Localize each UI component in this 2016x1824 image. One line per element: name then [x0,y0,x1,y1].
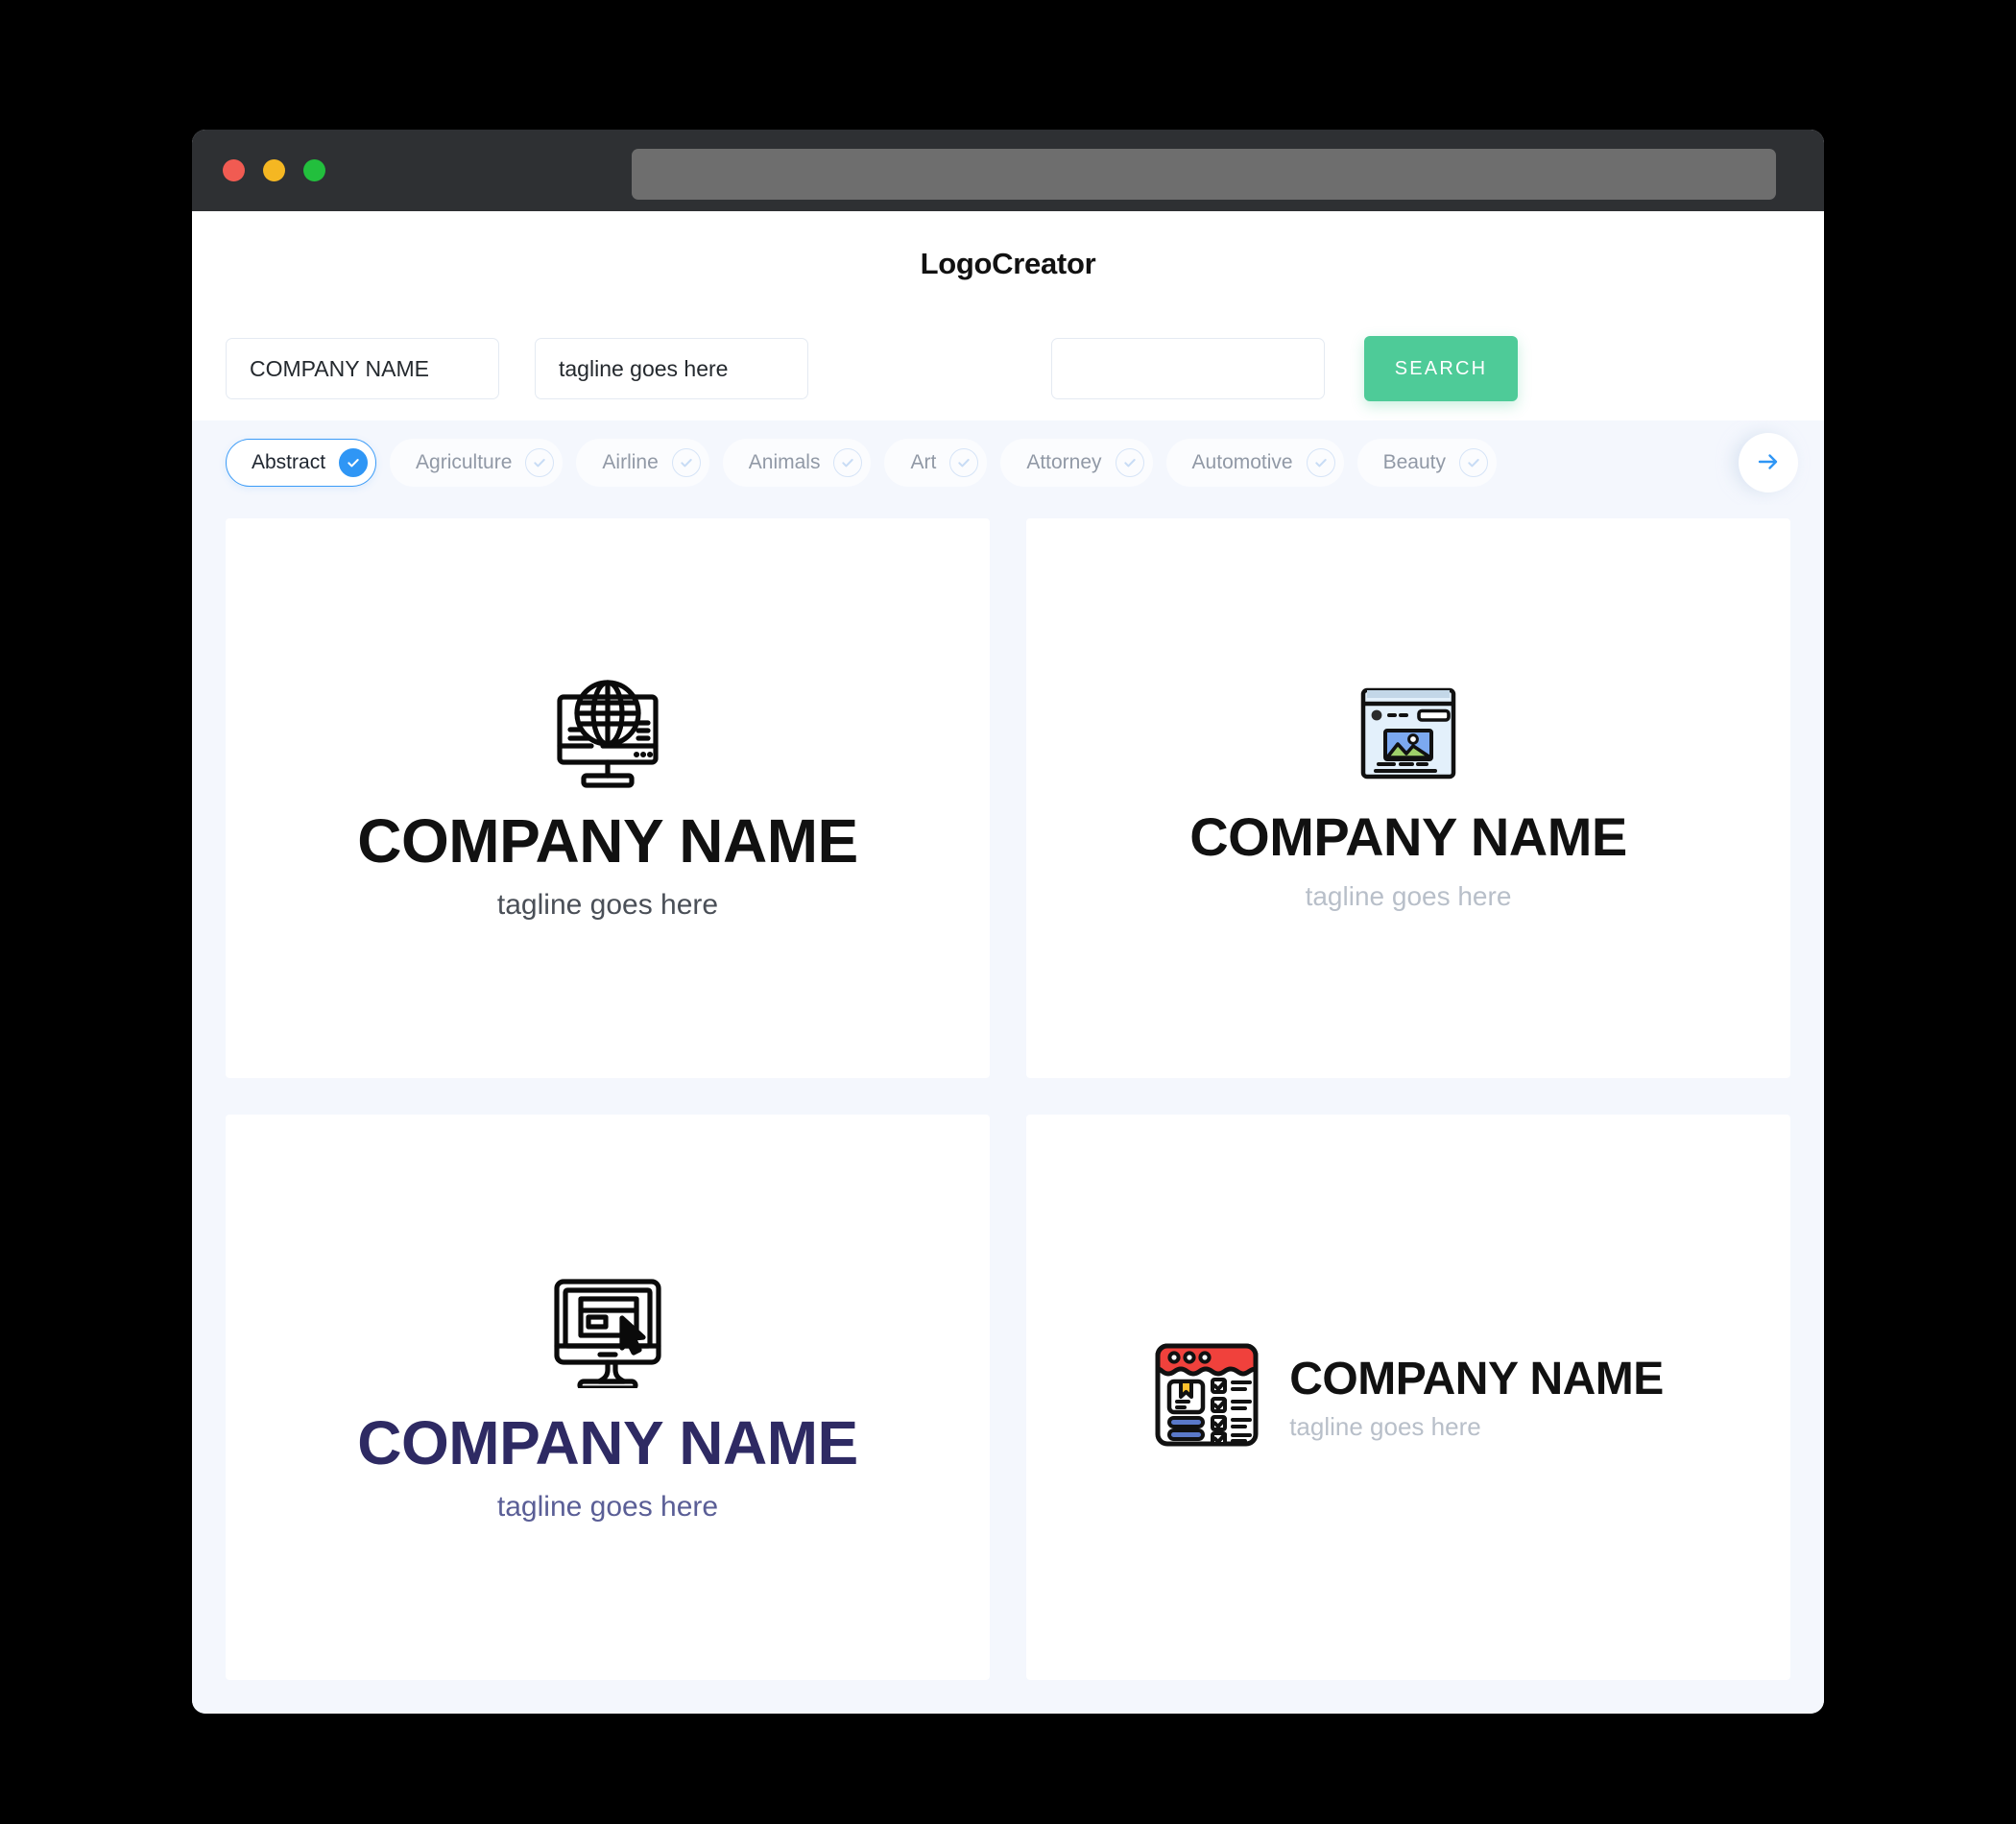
category-chip-automotive[interactable]: Automotive [1165,439,1344,487]
monitor-cursor-icon [549,1273,666,1393]
logo-tagline: tagline goes here [1289,1411,1481,1441]
browser-image-icon [1359,686,1457,785]
company-name-input[interactable]: COMPANY NAME [226,338,499,399]
categories-next-button[interactable] [1739,433,1798,492]
browser-window: LogoCreator COMPANY NAME tagline goes he… [192,130,1824,1714]
url-bar[interactable] [632,149,1776,200]
logo-company-name: COMPANY NAME [357,1408,858,1477]
page-title: LogoCreator [920,247,1096,280]
logo-card[interactable]: COMPANY NAME tagline goes here [1026,1115,1790,1680]
logo-card[interactable]: COMPANY NAME tagline goes here [226,1115,990,1680]
logo-results-grid: COMPANY NAME tagline goes here COMPANY N… [192,505,1824,1714]
category-chip-label: Automotive [1191,451,1293,473]
category-chip-attorney[interactable]: Attorney [1000,439,1153,487]
check-icon [671,448,701,477]
logo-tagline: tagline goes here [1305,881,1512,911]
check-icon [525,448,555,477]
logo-tagline: tagline goes here [496,889,719,921]
close-window-button[interactable] [223,159,245,181]
app-header: LogoCreator [192,211,1824,317]
maximize-window-button[interactable] [303,159,325,181]
search-button[interactable]: SEARCH [1364,336,1518,401]
category-chip-abstract[interactable]: Abstract [226,439,377,487]
browser-titlebar [192,130,1824,211]
check-icon [833,448,863,477]
checklist-browser-icon [1153,1341,1260,1453]
category-filter-bar: Abstract Agriculture Airline Animals Art [192,420,1824,505]
search-toolbar: COMPANY NAME tagline goes here SEARCH [192,317,1824,420]
logo-company-name: COMPANY NAME [1289,1353,1664,1404]
monitor-globe-icon [547,677,668,793]
category-chip-beauty[interactable]: Beauty [1356,439,1497,487]
keyword-input[interactable] [1051,338,1325,399]
arrow-right-icon [1756,449,1781,477]
logo-card[interactable]: COMPANY NAME tagline goes here [226,518,990,1078]
company-name-value: COMPANY NAME [250,355,430,381]
category-chip-label: Art [910,451,937,473]
category-chip-label: Airline [602,451,659,473]
category-chip-label: Beauty [1382,451,1446,473]
tagline-input[interactable]: tagline goes here [535,338,808,399]
check-icon [1459,448,1488,477]
logo-company-name: COMPANY NAME [1189,806,1627,867]
category-chip-animals[interactable]: Animals [722,439,872,487]
category-chip-agriculture[interactable]: Agriculture [390,439,564,487]
category-chip-label: Abstract [252,451,326,473]
category-chip-art[interactable]: Art [884,439,988,487]
logo-tagline: tagline goes here [496,1491,719,1523]
logo-card[interactable]: COMPANY NAME tagline goes here [1026,518,1790,1078]
category-chip-label: Agriculture [416,451,513,473]
check-icon [339,448,369,477]
tagline-value: tagline goes here [559,355,729,381]
window-controls [223,159,325,181]
category-chip-label: Attorney [1026,451,1102,473]
check-icon [1115,448,1144,477]
minimize-window-button[interactable] [263,159,285,181]
logo-company-name: COMPANY NAME [357,806,858,876]
check-icon [949,448,979,477]
category-chip-label: Animals [748,451,821,473]
check-icon [1306,448,1335,477]
category-chip-airline[interactable]: Airline [576,439,709,487]
